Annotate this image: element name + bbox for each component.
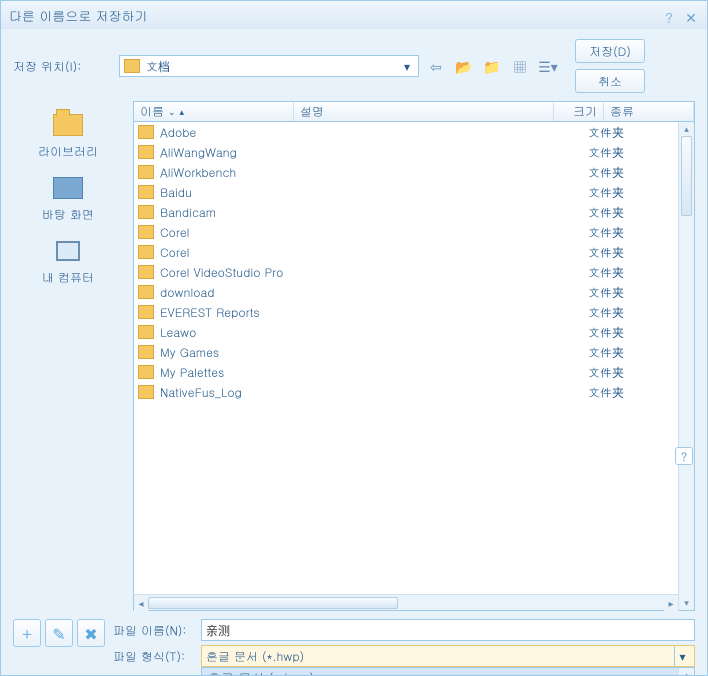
folder-icon (124, 59, 140, 73)
table-row[interactable]: Corel VideoStudio Pro文件夹 (134, 262, 678, 282)
save-button[interactable]: 저장(D) (575, 39, 645, 63)
vscroll-thumb[interactable] (681, 136, 692, 216)
folder-icon (138, 145, 154, 159)
filetype-label: 파일 형식(T): (113, 648, 193, 665)
filename-input[interactable] (201, 619, 695, 641)
window-title: 다른 이름으로 저장하기 (9, 6, 655, 25)
scroll-left-icon[interactable]: ◂ (134, 595, 148, 611)
filetype-select[interactable]: 혼글 문서 (*.hwp) ▾ (201, 645, 695, 667)
file-rows: Adobe文件夹AliWangWang文件夹AliWorkbench文件夹Bai… (134, 122, 678, 594)
save-as-dialog: 다른 이름으로 저장하기 ? ✕ 저장 위치(I): 文档 ▾ ⇦ 📂 📁 ▦ … (0, 0, 708, 676)
new-folder-icon[interactable]: ▦ (509, 55, 531, 77)
chevron-down-icon[interactable]: ▾ (674, 646, 690, 666)
place-desktop[interactable]: 바탕 화면 (42, 174, 94, 223)
hscroll-thumb[interactable] (148, 597, 398, 609)
back-icon[interactable]: ⇦ (425, 55, 447, 77)
col-name[interactable]: 이름⌄▴ (134, 102, 294, 121)
table-row[interactable]: Baidu文件夹 (134, 182, 678, 202)
folder-icon (138, 365, 154, 379)
titlebar: 다른 이름으로 저장하기 ? ✕ (1, 1, 707, 29)
col-desc[interactable]: 설명 (294, 102, 554, 121)
col-size[interactable]: 크기 (554, 102, 604, 121)
save-location-label: 저장 위치(I): (13, 58, 113, 75)
help-icon[interactable]: ? (661, 7, 677, 23)
dropdown-scrollbar[interactable]: ▴ ▾ (678, 668, 694, 676)
folder-icon (138, 125, 154, 139)
table-row[interactable]: download文件夹 (134, 282, 678, 302)
folder-icon (138, 265, 154, 279)
table-row[interactable]: AliWangWang文件夹 (134, 142, 678, 162)
folder-icon (138, 165, 154, 179)
context-help-icon[interactable]: ? (675, 447, 693, 465)
vertical-scrollbar[interactable]: ▴ ▾ (678, 122, 694, 610)
folder-icon (138, 285, 154, 299)
folder-icon (138, 305, 154, 319)
place-computer[interactable]: 내 컴퓨터 (42, 237, 94, 286)
scroll-up-icon[interactable]: ▴ (679, 122, 694, 136)
column-headers: 이름⌄▴ 설명 크기 종류 (134, 102, 694, 122)
sort-asc-icon: ⌄ (168, 105, 176, 118)
scroll-up-icon[interactable]: ▴ (679, 668, 694, 676)
close-icon[interactable]: ✕ (683, 7, 699, 23)
filetype-option[interactable]: 혼글 문서 (*.hwp) (202, 668, 694, 676)
table-row[interactable]: Adobe文件夹 (134, 122, 678, 142)
folder-icon (138, 185, 154, 199)
places-panel: 라이브러리바탕 화면내 컴퓨터 (13, 101, 123, 611)
add-favorite-button[interactable]: ＋ (13, 619, 41, 647)
horizontal-scrollbar[interactable]: ◂ ▸ (134, 594, 678, 610)
delete-favorite-button[interactable]: ✖ (77, 619, 105, 647)
open-folder-icon[interactable]: 📁 (481, 55, 503, 77)
table-row[interactable]: Bandicam文件夹 (134, 202, 678, 222)
table-row[interactable]: Corel文件夹 (134, 242, 678, 262)
filetype-dropdown: ▴ ▾ 혼글 문서 (*.hwp)혼글 서식 (*.hwt)HWPML 2.x … (201, 667, 695, 676)
cancel-button[interactable]: 취소 (575, 69, 645, 93)
filename-label: 파일 이름(N): (113, 622, 193, 639)
view-menu-icon[interactable]: ☰▾ (537, 55, 559, 77)
up-folder-icon[interactable]: 📂 (453, 55, 475, 77)
folder-icon (138, 205, 154, 219)
folder-icon (138, 225, 154, 239)
filetype-value: 혼글 문서 (*.hwp) (206, 648, 304, 665)
folder-icon (138, 325, 154, 339)
folder-icon (138, 385, 154, 399)
scroll-down-icon[interactable]: ▾ (679, 596, 694, 610)
col-type[interactable]: 종류 (604, 102, 694, 121)
table-row[interactable]: Corel文件夹 (134, 222, 678, 242)
table-row[interactable]: AliWorkbench文件夹 (134, 162, 678, 182)
table-row[interactable]: NativeFus_Log文件夹 (134, 382, 678, 402)
file-list: 이름⌄▴ 설명 크기 종류 Adobe文件夹AliWangWang文件夹AliW… (133, 101, 695, 611)
location-combo[interactable]: 文档 ▾ (119, 55, 419, 77)
edit-favorite-button[interactable]: ✎ (45, 619, 73, 647)
folder-icon (138, 245, 154, 259)
table-row[interactable]: My Games文件夹 (134, 342, 678, 362)
location-value: 文档 (146, 58, 170, 75)
table-row[interactable]: My Palettes文件夹 (134, 362, 678, 382)
chevron-down-icon[interactable]: ▾ (400, 58, 414, 75)
table-row[interactable]: Leawo文件夹 (134, 322, 678, 342)
table-row[interactable]: EVEREST Reports文件夹 (134, 302, 678, 322)
place-folder[interactable]: 라이브러리 (38, 111, 98, 160)
scroll-right-icon[interactable]: ▸ (664, 595, 678, 611)
folder-icon (138, 345, 154, 359)
